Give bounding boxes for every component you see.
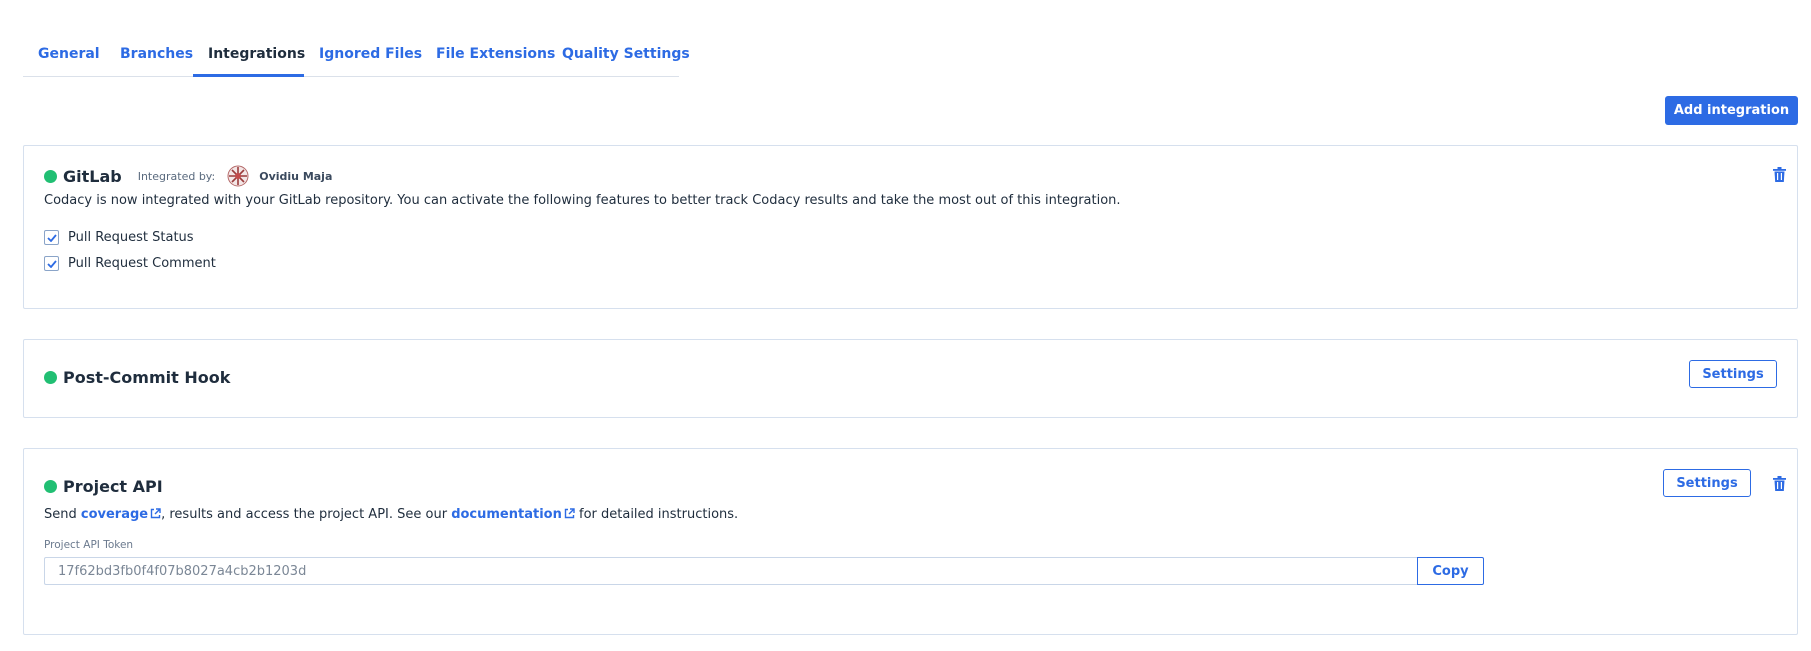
trash-icon xyxy=(1772,475,1786,491)
gitlab-integration-card: GitLab Integrated by: Ovidiu Maja Codacy… xyxy=(23,145,1798,309)
gitlab-description: Codacy is now integrated with your GitLa… xyxy=(44,193,1121,208)
delete-gitlab-button[interactable] xyxy=(1771,166,1787,182)
status-active-icon xyxy=(44,169,57,183)
tab-branches[interactable]: Branches xyxy=(105,32,193,76)
pull-request-comment-checkbox[interactable] xyxy=(44,256,59,271)
desc-prefix: Send xyxy=(44,507,81,522)
post-commit-hook-title: Post-Commit Hook xyxy=(63,368,231,387)
documentation-link[interactable]: documentation xyxy=(451,507,575,522)
tab-integrations[interactable]: Integrations xyxy=(193,32,305,77)
check-icon xyxy=(46,233,57,242)
pull-request-comment-label: Pull Request Comment xyxy=(68,256,216,271)
check-icon xyxy=(46,259,57,268)
tab-quality-settings[interactable]: Quality Settings xyxy=(547,32,690,76)
trash-icon xyxy=(1772,166,1786,182)
tab-file-extensions[interactable]: File Extensions xyxy=(421,32,555,76)
project-api-token-input[interactable] xyxy=(44,557,1417,585)
tab-ignored-files[interactable]: Ignored Files xyxy=(304,32,422,76)
delete-project-api-button[interactable] xyxy=(1771,475,1787,491)
desc-middle: , results and access the project API. Se… xyxy=(161,507,452,522)
desc-suffix: for detailed instructions. xyxy=(574,507,739,522)
option-pull-request-status: Pull Request Status xyxy=(44,230,194,245)
post-commit-hook-settings-button[interactable]: Settings xyxy=(1689,360,1777,388)
coverage-link[interactable]: coverage xyxy=(81,507,161,522)
documentation-link-label: documentation xyxy=(451,507,562,522)
coverage-link-label: coverage xyxy=(80,507,149,522)
status-active-icon xyxy=(44,371,57,384)
pull-request-status-checkbox[interactable] xyxy=(44,230,59,245)
copy-token-button[interactable]: Copy xyxy=(1417,557,1484,585)
status-active-icon xyxy=(44,480,57,493)
settings-tabs: General Branches Integrations Ignored Fi… xyxy=(23,32,690,77)
user-avatar xyxy=(227,165,249,187)
add-integration-button[interactable]: Add integration xyxy=(1665,96,1798,125)
post-commit-hook-card: Post-Commit Hook Settings xyxy=(23,339,1798,418)
gitlab-title: GitLab xyxy=(63,166,122,186)
project-api-description: Send coverage , results and access the pr… xyxy=(44,507,738,522)
gitlab-header: GitLab Integrated by: Ovidiu Maja xyxy=(44,165,332,187)
option-pull-request-comment: Pull Request Comment xyxy=(44,256,216,271)
project-api-header: Project API xyxy=(44,477,163,496)
external-link-icon xyxy=(150,508,161,519)
pull-request-status-label: Pull Request Status xyxy=(68,230,194,245)
project-api-card: Project API Settings Send coverage , resu… xyxy=(23,448,1798,635)
project-api-token-label: Project API Token xyxy=(44,539,134,551)
project-api-settings-button[interactable]: Settings xyxy=(1663,469,1751,497)
tab-general[interactable]: General xyxy=(23,32,105,76)
project-api-title: Project API xyxy=(63,477,163,496)
external-link-icon xyxy=(564,508,575,519)
post-commit-hook-header: Post-Commit Hook xyxy=(44,368,230,387)
user-name: Ovidiu Maja xyxy=(259,169,333,183)
integrated-by-label: Integrated by: xyxy=(137,169,216,183)
